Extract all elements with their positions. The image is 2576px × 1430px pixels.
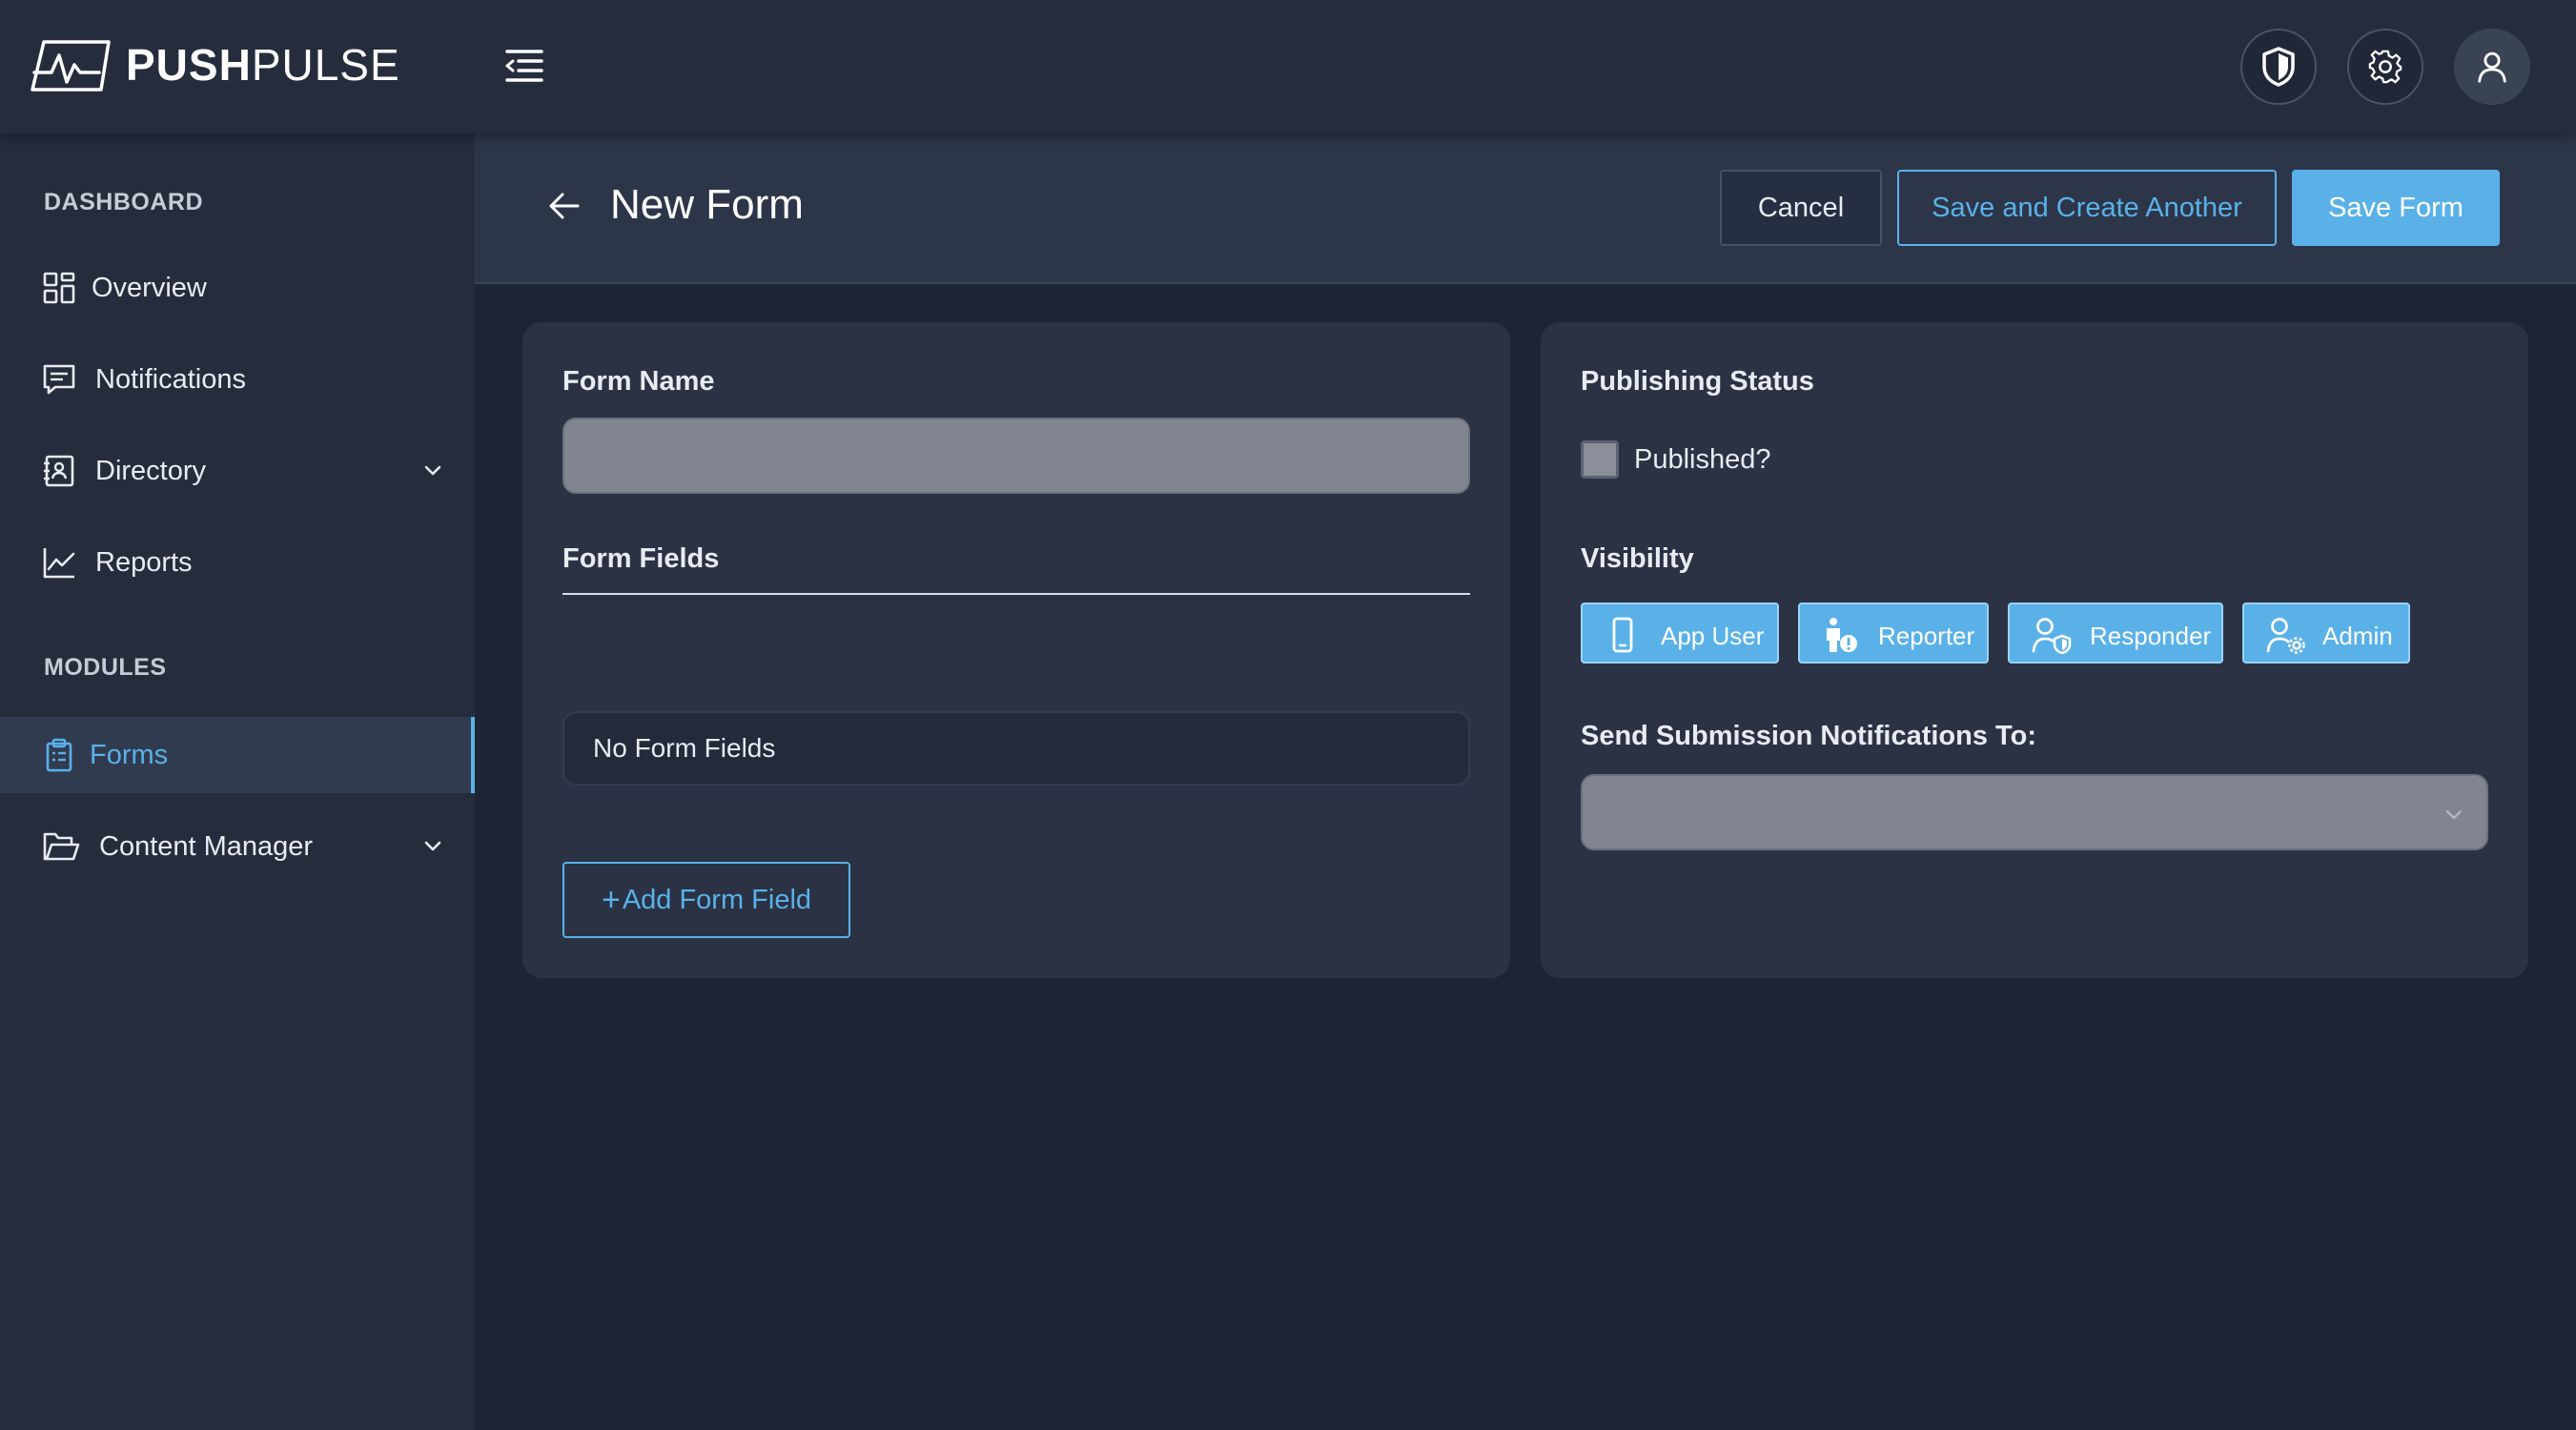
cancel-button[interactable]: Cancel: [1720, 170, 1882, 246]
notification-recipients-select[interactable]: [1581, 774, 2488, 850]
visibility-responder-button[interactable]: Responder: [2008, 603, 2223, 664]
brand-name-light: PULSE: [251, 40, 400, 90]
sidebar-section-modules: MODULES: [44, 654, 167, 681]
brand-logo[interactable]: PUSHPULSE: [27, 36, 400, 93]
add-form-field-button[interactable]: + Add Form Field: [562, 862, 850, 938]
user-menu-button[interactable]: [2454, 29, 2530, 105]
sidebar-item-label: Directory: [95, 455, 207, 486]
chevron-down-icon[interactable]: [419, 458, 446, 484]
app-root: PUSHPULSE DASHBOARD Overview Notificatio…: [0, 0, 2576, 1430]
page-header: New Form Cancel Save and Create Another …: [475, 133, 2576, 284]
form-name-input[interactable]: [562, 418, 1470, 494]
reporter-icon: [1827, 618, 1857, 652]
security-button[interactable]: [2240, 29, 2317, 105]
sidebar-section-dashboard: DASHBOARD: [44, 189, 203, 215]
sidebar-item-forms[interactable]: Forms: [0, 717, 475, 793]
page-title: New Form: [610, 181, 804, 228]
sidebar-item-overview[interactable]: Overview: [0, 250, 475, 326]
plus-icon: +: [601, 881, 621, 918]
phone-icon: [1612, 617, 1633, 653]
visibility-option-label: App User: [1661, 622, 1765, 650]
chevron-down-icon[interactable]: [419, 833, 446, 860]
brand-name: PUSHPULSE: [126, 39, 400, 91]
form-fields-divider: [562, 593, 1470, 595]
admin-icon: [2266, 618, 2305, 654]
menu-collapse-button[interactable]: [500, 42, 549, 88]
sidebar-item-label: Forms: [90, 739, 169, 770]
sidebar-item-label: Reports: [95, 546, 193, 578]
empty-form-fields-message: No Form Fields: [562, 711, 1470, 786]
line-chart-icon: [43, 548, 75, 579]
form-settings-card: Publishing Status Published? Visibility …: [1541, 322, 2528, 978]
back-arrow-icon[interactable]: [545, 187, 583, 225]
form-fields-label: Form Fields: [562, 543, 720, 574]
gear-icon: [2368, 50, 2402, 84]
menu-collapse-icon: [505, 50, 543, 82]
sidebar-item-label: Content Manager: [99, 830, 314, 862]
published-checkbox-label[interactable]: Published?: [1634, 444, 1771, 476]
pulse-logo-icon: [31, 40, 111, 92]
sidebar-item-content-manager[interactable]: Content Manager: [0, 808, 475, 885]
sidebar: DASHBOARD Overview Notifications Directo…: [0, 133, 475, 1430]
responder-icon: [2032, 618, 2072, 654]
visibility-label: Visibility: [1581, 543, 1694, 574]
sidebar-item-label: Overview: [92, 272, 207, 303]
form-name-label: Form Name: [562, 366, 715, 397]
save-and-create-another-button[interactable]: Save and Create Another: [1897, 170, 2277, 246]
visibility-option-label: Admin: [2322, 622, 2393, 650]
add-form-field-label: Add Form Field: [622, 884, 812, 915]
visibility-admin-button[interactable]: Admin: [2242, 603, 2410, 664]
visibility-app-user-button[interactable]: App User: [1581, 603, 1779, 664]
visibility-option-label: Reporter: [1878, 622, 1975, 650]
sidebar-item-directory[interactable]: Directory: [0, 433, 475, 509]
save-form-button[interactable]: Save Form: [2292, 170, 2500, 246]
brand-name-bold: PUSH: [126, 40, 252, 90]
grid-icon: [43, 272, 75, 304]
shield-icon: [2262, 47, 2295, 87]
sidebar-item-notifications[interactable]: Notifications: [0, 341, 475, 418]
published-checkbox[interactable]: [1581, 440, 1619, 479]
clipboard-icon: [46, 738, 72, 772]
contact-book-icon: [44, 455, 74, 487]
folder-icon: [43, 832, 80, 861]
visibility-reporter-button[interactable]: Reporter: [1798, 603, 1989, 664]
settings-button[interactable]: [2347, 29, 2423, 105]
form-details-card: Form Name Form Fields No Form Fields + A…: [522, 322, 1510, 978]
visibility-option-label: Responder: [2090, 622, 2212, 650]
sidebar-item-reports[interactable]: Reports: [0, 524, 475, 601]
chevron-down-icon: [2446, 810, 2462, 819]
sidebar-item-label: Notifications: [95, 363, 246, 395]
publishing-status-label: Publishing Status: [1581, 366, 1814, 397]
top-bar: PUSHPULSE: [0, 0, 2576, 133]
send-notifications-label: Send Submission Notifications To:: [1581, 721, 2036, 751]
message-icon: [43, 364, 75, 395]
user-icon: [2478, 51, 2506, 83]
